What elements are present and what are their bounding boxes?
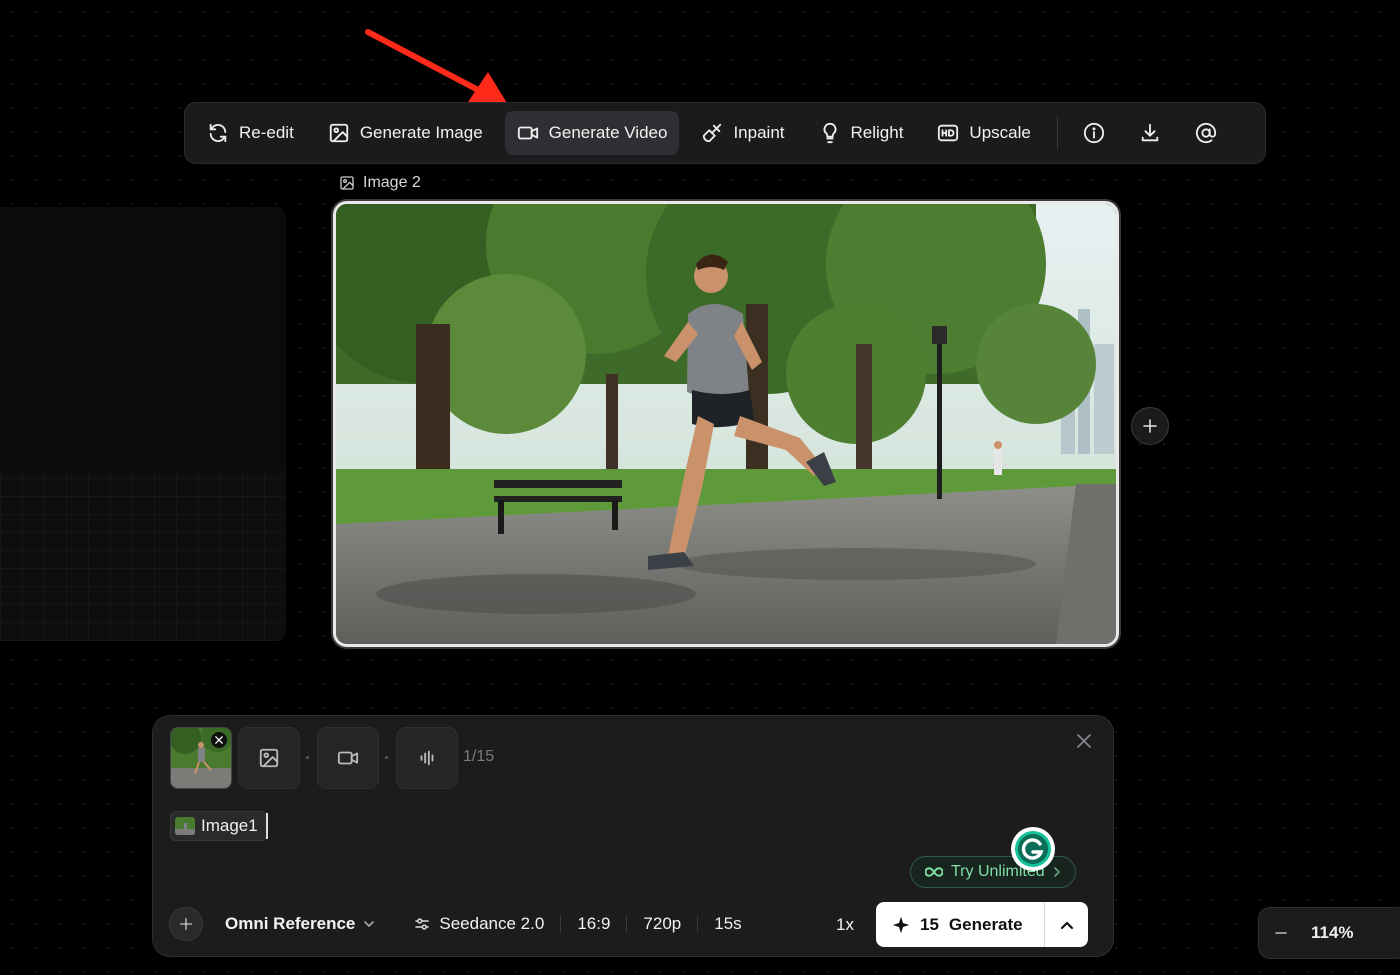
add-options-button[interactable] [169,907,203,941]
generate-label: Generate [948,914,1023,934]
sliders-icon [413,915,431,933]
add-video-reference-button[interactable] [317,727,379,789]
mode-dropdown[interactable]: Omni Reference [225,914,375,934]
download-button[interactable] [1128,111,1172,155]
remove-reference-button[interactable] [211,732,227,748]
lightbulb-icon [819,122,841,144]
generate-button[interactable]: 15 Generate [876,902,1044,947]
previous-node-preview[interactable] [0,207,286,641]
zoom-out-button[interactable] [1275,927,1287,939]
zoom-level[interactable]: 114% [1311,923,1354,943]
image-icon [258,747,280,769]
mention-button[interactable] [1184,111,1228,155]
infinity-icon [925,866,943,878]
info-button[interactable] [1072,111,1116,155]
option-separator [626,916,628,932]
chevron-right-icon [1053,866,1061,878]
aspect-ratio-option[interactable]: 16:9 [577,914,610,934]
image-icon [339,175,355,191]
at-icon [1195,122,1217,144]
upscale-button[interactable]: Upscale [925,111,1042,155]
chevron-down-icon [363,920,375,928]
inpaint-label: Inpaint [733,123,785,142]
resolution-option[interactable]: 720p [643,914,681,934]
credit-cost: 15 [920,914,939,934]
generate-image-label: Generate Image [359,123,483,142]
relight-label: Relight [850,123,904,142]
re-edit-label: Re-edit [239,123,294,142]
generate-video-label: Generate Video [548,123,668,142]
inpaint-button[interactable]: Inpaint [689,111,796,155]
generate-options-toggle[interactable] [1045,902,1088,947]
image-node-label: Image 2 [339,174,421,192]
add-image-reference-button[interactable] [238,727,300,789]
sparkle-icon [892,916,910,934]
chevron-up-icon [1060,920,1074,930]
image-action-toolbar: Re-edit Generate Image Generate Video In… [184,102,1266,164]
image-icon [328,122,350,144]
reference-chip-label: Image1 [201,816,258,835]
prompt-text-caret[interactable] [266,813,268,839]
plus-icon [178,916,194,932]
close-icon [1077,734,1091,748]
relight-button[interactable]: Relight [807,111,916,155]
generate-video-panel: 1/15 Image1 Try Unlimited Omni Reference… [152,715,1114,957]
download-icon [1139,122,1161,144]
re-edit-button[interactable]: Re-edit [195,111,306,155]
refresh-icon [207,122,229,144]
reference-thumbnail[interactable] [170,727,232,789]
zoom-control: 114% [1258,907,1400,959]
close-panel-button[interactable] [1077,734,1091,748]
mode-label: Omni Reference [225,914,356,933]
runner-park-image [336,204,1116,644]
option-separator [697,916,699,932]
option-separator [560,916,562,932]
toolbar-divider [1056,117,1058,149]
quantity-selector[interactable]: 1x [836,915,854,935]
model-label: Seedance 2.0 [439,914,545,933]
brush-icon [701,122,723,144]
audio-wave-icon [416,747,438,769]
ghost-floor-grid [0,471,286,641]
image-node-name: Image 2 [363,174,421,191]
video-icon [517,122,539,144]
add-audio-reference-button[interactable] [396,727,458,789]
add-node-button[interactable] [1131,407,1169,445]
duration-option[interactable]: 15s [714,914,741,934]
info-icon [1083,122,1105,144]
video-icon [337,747,359,769]
slot-separator [385,756,388,759]
hd-icon [937,122,959,144]
upscale-label: Upscale [969,123,1031,142]
close-icon [215,736,223,744]
reference-chip-image1[interactable]: Image1 [170,811,267,841]
grammarly-button[interactable] [1011,827,1055,871]
grammarly-icon [1014,830,1052,868]
chip-thumbnail [175,817,195,835]
model-selector[interactable]: Seedance 2.0 [413,914,544,934]
image-node[interactable] [333,201,1119,647]
generate-image-button[interactable]: Generate Image [316,111,495,155]
generate-video-button[interactable]: Generate Video [504,111,680,155]
generation-options-row: Omni Reference Seedance 2.0 16:9 720p 15… [169,907,742,941]
reference-counter: 1/15 [463,748,495,765]
slot-separator [306,756,309,759]
generate-button-group: 15 Generate [876,902,1088,947]
plus-icon [1141,417,1159,435]
